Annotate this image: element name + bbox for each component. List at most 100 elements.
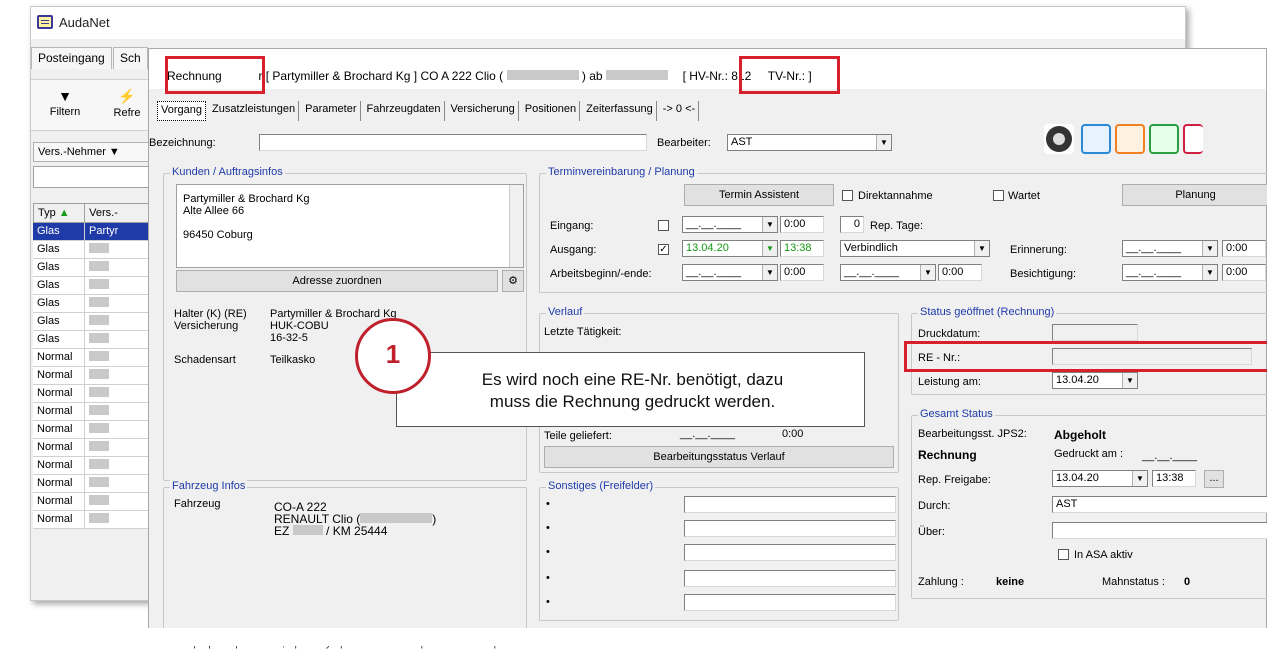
gedruckt-am-value: __.__.____ — [1142, 450, 1198, 462]
adresse-zuordnen-button[interactable]: Adresse zuordnen — [176, 270, 498, 292]
tab-vorgang[interactable]: Vorgang — [157, 101, 206, 121]
table-row[interactable]: Glas — [33, 241, 151, 259]
address-book-icon: ⚙ — [508, 275, 518, 287]
address-book-button[interactable]: ⚙ — [502, 270, 524, 292]
table-row[interactable]: Glas Partyr — [33, 223, 151, 241]
table-row[interactable]: Normal — [33, 439, 151, 457]
table-row[interactable]: Normal — [33, 493, 151, 511]
tools-icon[interactable] — [1115, 124, 1145, 154]
refresh-button[interactable]: ⚡ Refre — [99, 84, 155, 128]
table-row[interactable]: Normal — [33, 385, 151, 403]
gesamt-status-title: Gesamt Status — [918, 408, 995, 420]
address-scrollbar[interactable] — [509, 185, 523, 267]
erinnerung-time[interactable]: 0:00 — [1222, 240, 1266, 257]
tab-zeiterfassung[interactable]: Zeiterfassung — [583, 101, 657, 121]
tab-posteingang[interactable]: Posteingang — [31, 47, 112, 69]
cancel-icon[interactable] — [1183, 124, 1203, 154]
refresh-icon: ⚡ — [118, 88, 136, 104]
freifeld-2[interactable] — [684, 520, 896, 537]
filter-input[interactable] — [33, 166, 151, 188]
tab-zusatzleistungen[interactable]: Zusatzleistungen — [209, 101, 300, 121]
wartet-checkbox[interactable] — [993, 190, 1004, 201]
besichtigung-time[interactable]: 0:00 — [1222, 264, 1266, 281]
vers-nehmer-filter[interactable]: Vers.-Nehmer ▼ — [33, 142, 151, 162]
eingang-time[interactable]: 0:00 — [780, 216, 824, 233]
planung-button[interactable]: Planung — [1122, 184, 1267, 206]
termin-assistent-button[interactable]: Termin Assistent — [684, 184, 834, 206]
ueber-input[interactable] — [1052, 522, 1267, 539]
table-row[interactable]: Glas — [33, 277, 151, 295]
cell-typ: Glas — [33, 223, 85, 240]
callout-line: muss die Rechnung gedruckt werden. — [489, 392, 776, 411]
arbeitsbeginn-date[interactable]: __.__.____ ▼ — [682, 264, 778, 281]
leistung-am-date[interactable]: 13.04.20 ▼ — [1052, 372, 1138, 389]
bezeichnung-input[interactable] — [259, 134, 647, 151]
annotation-callout: Es wird noch eine RE-Nr. benötigt, dazu … — [396, 352, 865, 427]
cell-vers — [85, 277, 151, 294]
table-row[interactable]: Glas — [33, 331, 151, 349]
table-row[interactable]: Normal — [33, 367, 151, 385]
freifeld-5[interactable] — [684, 594, 896, 611]
verbindlich-select[interactable]: Verbindlich ▼ — [840, 240, 990, 257]
tab-fahrzeugdaten[interactable]: Fahrzeugdaten — [364, 101, 445, 121]
redacted-block — [89, 351, 109, 361]
torn-edge-shape — [148, 630, 1267, 646]
direktannahme-checkbox[interactable] — [842, 190, 853, 201]
besichtigung-date[interactable]: __.__.____ ▼ — [1122, 264, 1218, 281]
sonstiges-group: Sonstiges (Freifelder) • • • • • — [539, 480, 899, 621]
table-row[interactable]: Normal — [33, 475, 151, 493]
cell-vers — [85, 457, 151, 474]
bearbeitungsstatus-verlauf-button[interactable]: Bearbeitungsstatus Verlauf — [544, 446, 894, 468]
in-asa-checkbox[interactable] — [1058, 549, 1069, 560]
freigabe-more-button[interactable]: ... — [1204, 470, 1224, 488]
eingang-date[interactable]: __.__.____ ▼ — [682, 216, 778, 233]
table-row[interactable]: Normal — [33, 457, 151, 475]
bearbeiter-label: Bearbeiter: — [657, 137, 711, 149]
table-row[interactable]: Glas — [33, 313, 151, 331]
table-row[interactable]: Glas — [33, 295, 151, 313]
filter-label: Filtern — [49, 106, 81, 118]
ausgang-date[interactable]: 13.04.20 ▼ — [682, 240, 778, 257]
eingang-checkbox[interactable] — [658, 220, 669, 231]
redacted-block — [89, 405, 109, 415]
ausgang-checkbox[interactable]: ✓ — [658, 244, 669, 255]
gesamt-status-group: Gesamt Status Bearbeitungsst. JPS2: Abge… — [911, 408, 1267, 599]
table-row[interactable]: Glas — [33, 259, 151, 277]
tab-versicherung[interactable]: Versicherung — [448, 101, 519, 121]
tire-icon[interactable] — [1044, 124, 1074, 154]
freifeld-4[interactable] — [684, 570, 896, 587]
tab-sch[interactable]: Sch — [113, 47, 148, 69]
redacted-block — [89, 423, 109, 433]
table-row[interactable]: Normal — [33, 349, 151, 367]
freifeld-1[interactable] — [684, 496, 896, 513]
arbeitsbeginn-time[interactable]: 0:00 — [780, 264, 824, 281]
durch-input[interactable]: AST — [1052, 496, 1267, 513]
cell-vers — [85, 403, 151, 420]
ausgang-time[interactable]: 13:38 — [780, 240, 824, 257]
freifeld-3[interactable] — [684, 544, 896, 561]
tab-positionen[interactable]: Positionen — [522, 101, 581, 121]
arbeitsende-date[interactable]: __.__.____ ▼ — [840, 264, 936, 281]
rep-freigabe-time[interactable]: 13:38 — [1152, 470, 1196, 487]
table-row[interactable]: Normal — [33, 403, 151, 421]
save-disk-icon[interactable] — [1081, 124, 1111, 154]
sort-ascending-icon: ▲ — [58, 207, 70, 219]
address-line: Partymiller & Brochard Kg — [183, 193, 310, 205]
column-header-typ[interactable]: Typ ▲ — [34, 204, 86, 222]
address-textarea[interactable]: Partymiller & Brochard Kg Alte Allee 66 … — [176, 184, 524, 268]
filter-button[interactable]: ▼ Filtern — [37, 84, 93, 128]
arbeitsende-time[interactable]: 0:00 — [938, 264, 982, 281]
teile-geliefert-time: 0:00 — [782, 428, 804, 440]
table-row[interactable]: Normal — [33, 511, 151, 529]
bearbeiter-select[interactable]: AST ▼ — [727, 134, 892, 151]
cell-vers: Partyr — [85, 223, 151, 240]
column-header-vers[interactable]: Vers.- — [85, 204, 150, 222]
cart-icon[interactable] — [1149, 124, 1179, 154]
tab-arrow[interactable]: -> 0 <- — [660, 101, 700, 121]
table-row[interactable]: Normal — [33, 421, 151, 439]
cell-typ: Glas — [33, 241, 85, 258]
tab-parameter[interactable]: Parameter — [302, 101, 361, 121]
rep-tage-input[interactable]: 0 — [840, 216, 864, 233]
rep-freigabe-date[interactable]: 13.04.20 ▼ — [1052, 470, 1148, 487]
erinnerung-date[interactable]: __.__.____ ▼ — [1122, 240, 1218, 257]
